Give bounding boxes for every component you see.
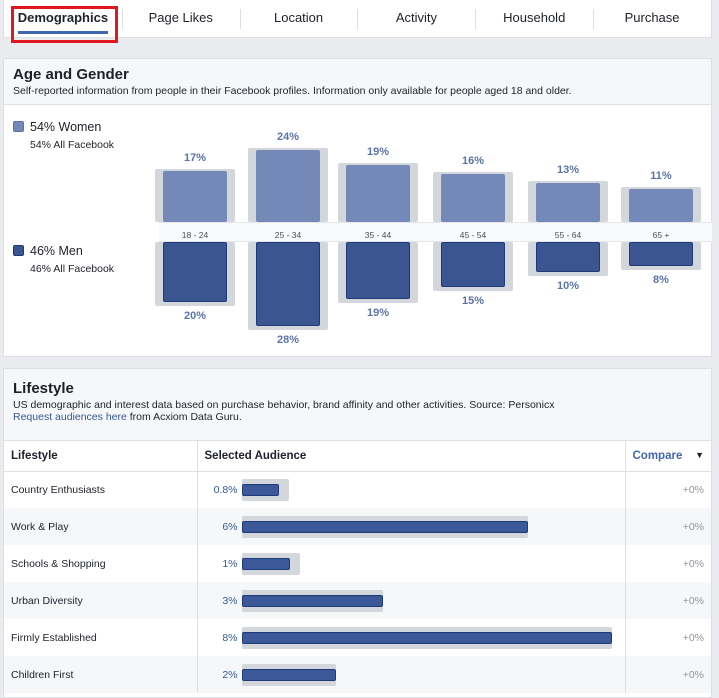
age-label: 25 - 34 (274, 230, 302, 240)
audience-bar (241, 552, 301, 575)
link-suffix: from Acxiom Data Guru. (126, 411, 242, 423)
women-pct-label: 17% (183, 152, 207, 164)
tab-label: Page Likes (148, 10, 213, 25)
men-bar[interactable] (256, 242, 320, 326)
col-lifestyle: Lifestyle (4, 441, 198, 472)
highlight-box (11, 6, 118, 43)
women-bar[interactable] (441, 174, 505, 222)
col-selected-audience: Selected Audience (197, 441, 625, 472)
women-bar[interactable] (346, 165, 410, 222)
age-label: 55 - 64 (554, 230, 582, 240)
age-gender-card: Age and Gender Self-reported information… (3, 58, 712, 357)
tab-location[interactable]: Location (239, 0, 358, 37)
men-bar[interactable] (629, 242, 693, 266)
men-bar[interactable] (346, 242, 410, 299)
women-pct-label: 19% (366, 146, 390, 158)
audience-bar (241, 589, 383, 612)
men-label: 46% Men (30, 244, 83, 258)
audience-value: 6% (222, 520, 238, 533)
section-description: US demographic and interest data based o… (13, 399, 555, 411)
request-audiences-link[interactable]: Request audiences here (13, 411, 127, 423)
tab-label: Household (503, 10, 566, 25)
compare-value: +0% (624, 619, 711, 656)
table-row[interactable]: Firmly Established 8% +0% (4, 619, 711, 656)
compare-dropdown[interactable]: Compare ▼ (624, 441, 711, 472)
lifestyle-name: Schools & Shopping (4, 545, 198, 582)
table-row[interactable]: Work & Play 6% +0% (4, 508, 711, 545)
lifestyle-name: Firmly Established (4, 619, 198, 656)
age-label: 35 - 44 (364, 230, 392, 240)
section-description: Self-reported information from people in… (13, 85, 572, 97)
women-pct-label: 24% (276, 131, 300, 143)
women-pct-label: 11% (650, 170, 672, 182)
audience-value: 8% (222, 631, 238, 644)
compare-value: +0% (624, 656, 711, 693)
men-bar[interactable] (163, 242, 227, 302)
men-pct-label: 20% (183, 310, 207, 322)
tab-purchase[interactable]: Purchase (593, 0, 711, 37)
tab-page-likes[interactable]: Page Likes (121, 0, 240, 37)
age-label: 65 + (652, 230, 670, 240)
compare-value: +0% (624, 508, 711, 545)
women-label: 54% Women (30, 120, 102, 134)
men-pct-label: 19% (366, 307, 390, 319)
women-swatch (13, 121, 24, 132)
compare-value: +0% (624, 471, 711, 508)
chevron-down-icon: ▼ (695, 449, 704, 460)
lifestyle-name: Work & Play (4, 508, 198, 545)
table-row[interactable]: Country Enthusiasts 0.8% +0% (4, 471, 711, 508)
lifestyle-name: Country Enthusiasts (4, 471, 198, 508)
women-bar[interactable] (163, 171, 227, 222)
men-pct-label: 15% (461, 295, 485, 307)
compare-value: +0% (624, 582, 711, 619)
table-row[interactable]: Children First 2% +0% (4, 656, 711, 693)
section-title: Age and Gender (13, 66, 129, 83)
men-swatch (13, 245, 24, 256)
women-bar[interactable] (629, 189, 693, 222)
tab-household[interactable]: Household (475, 0, 593, 37)
men-pct-label: 28% (276, 334, 300, 346)
legend-women: 54% Women 54% All Facebook (13, 120, 114, 151)
tab-label: Location (273, 10, 324, 25)
age-label: 45 - 54 (459, 230, 487, 240)
lifestyle-name: Urban Diversity (4, 582, 198, 619)
women-sub: 54% All Facebook (30, 139, 115, 151)
table-row[interactable]: Urban Diversity 3% +0% (4, 582, 711, 619)
compare-label: Compare (632, 449, 683, 462)
lifestyle-card: Lifestyle US demographic and interest da… (3, 368, 712, 698)
lifestyle-table: Lifestyle Selected Audience Compare ▼ Cou… (4, 441, 711, 693)
men-sub: 46% All Facebook (30, 263, 115, 275)
legend-men: 46% Men 46% All Facebook (13, 244, 114, 275)
women-pct-label: 13% (556, 164, 580, 176)
audience-value: 1% (222, 557, 238, 570)
lifestyle-name: Children First (4, 656, 198, 693)
audience-bar (241, 515, 529, 538)
audience-value: 0.8% (213, 483, 238, 496)
compare-value: +0% (624, 545, 711, 582)
men-bar[interactable] (536, 242, 600, 272)
section-title: Lifestyle (13, 380, 74, 397)
table-row[interactable]: Schools & Shopping 1% +0% (4, 545, 711, 582)
audience-bar (241, 663, 337, 686)
tab-label: Purchase (624, 10, 680, 25)
women-bar[interactable] (536, 183, 600, 222)
tab-label: Activity (395, 10, 437, 25)
audience-bar (241, 626, 612, 649)
age-label: 18 - 24 (181, 230, 209, 240)
tab-activity[interactable]: Activity (357, 0, 475, 37)
women-pct-label: 16% (461, 155, 485, 167)
audience-value: 2% (222, 668, 238, 681)
audience-bar (241, 478, 289, 501)
audience-value: 3% (222, 594, 238, 607)
men-bar[interactable] (441, 242, 505, 287)
men-pct-label: 10% (556, 280, 580, 292)
men-pct-label: 8% (653, 274, 669, 286)
women-bar[interactable] (256, 150, 320, 222)
